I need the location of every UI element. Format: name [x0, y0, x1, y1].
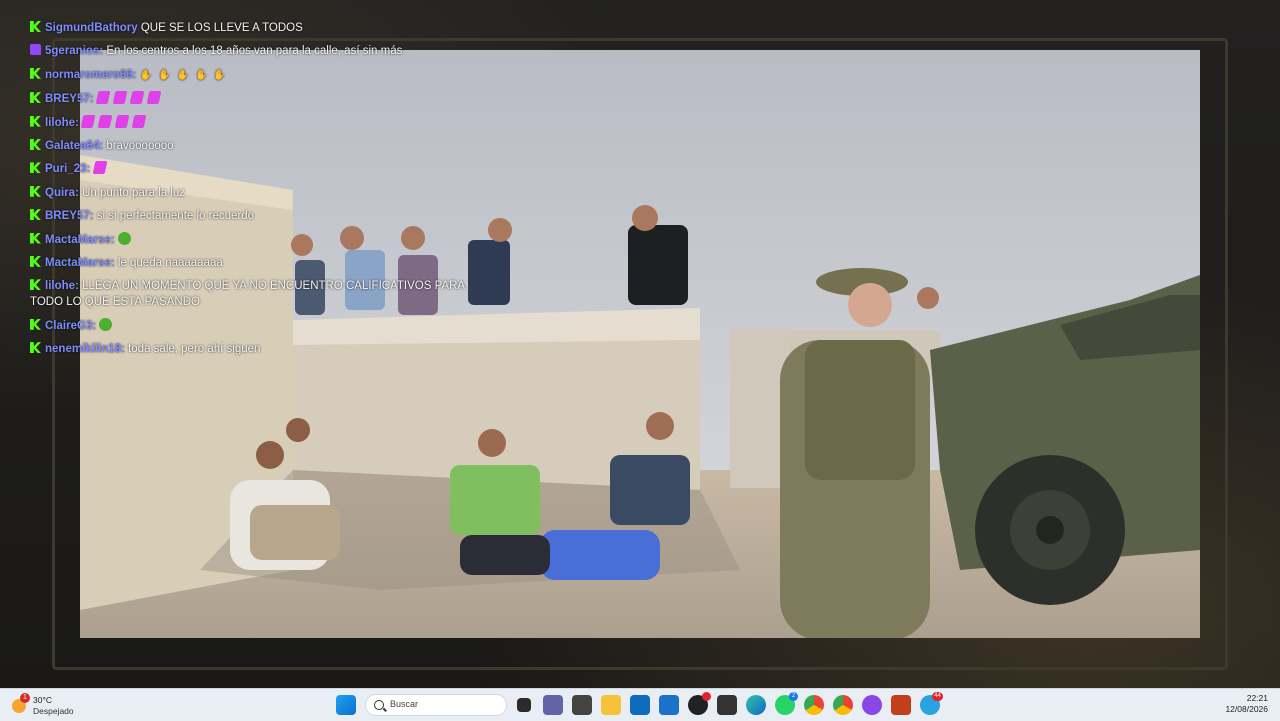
chat-overlay: SigmundBathory QUE SE LOS LLEVE A TODOS 5… — [30, 20, 490, 364]
pink-emote-icon — [146, 91, 162, 105]
green-face-emote-icon — [117, 231, 131, 245]
chrome-icon[interactable] — [804, 695, 824, 715]
chat-message: BREY57: si si perfectamente lo recuerdo — [30, 208, 490, 224]
chat-text: En los centros a los 18 años van para la… — [106, 45, 403, 58]
chat-message: Quira: Un punto para la luz — [30, 185, 490, 201]
chat-text: bravooooooo — [106, 139, 174, 152]
chat-username[interactable]: BREY57: — [45, 93, 94, 105]
kick-badge-icon — [30, 232, 41, 244]
clap-emote-icon: ✋ — [194, 69, 208, 81]
green-face-emote-icon — [99, 317, 113, 331]
app-circle-icon[interactable] — [862, 695, 882, 715]
chat-username[interactable]: SigmundBathory — [45, 22, 138, 34]
pink-emote-icon — [97, 114, 113, 128]
kick-badge-icon — [30, 209, 41, 221]
search-placeholder: Buscar — [390, 699, 419, 709]
chat-text: LLEGA UN MOMENTO QUE YA NO ENCUENTRO CAL… — [30, 280, 465, 309]
chat-username[interactable]: MactaMarse: — [45, 257, 115, 269]
clap-emote-icon: ✋ — [176, 69, 189, 81]
chat-message: MactaMarse: le queda naaaaaaaa — [30, 255, 490, 271]
chat-text: le queda naaaaaaaa — [117, 256, 223, 269]
chat-username[interactable]: lilohe: — [45, 280, 79, 292]
recording-app-icon[interactable] — [688, 692, 711, 715]
telegram-badge: 44 — [932, 692, 943, 701]
chat-message: Galatea64: bravooooooo — [30, 138, 490, 154]
file-explorer-icon[interactable] — [601, 695, 621, 715]
weather-temperature: 30°C — [33, 695, 52, 705]
kick-badge-icon — [30, 318, 41, 330]
chat-message: lilohe: — [30, 114, 490, 131]
telegram-icon[interactable]: 44 — [920, 692, 943, 715]
edge-icon[interactable] — [746, 695, 766, 715]
kick-badge-icon — [30, 279, 41, 291]
weather-alert-badge: 1 — [20, 693, 30, 703]
kick-badge-icon — [30, 67, 41, 79]
chat-text: QUE SE LOS LLEVE A TODOS — [140, 22, 303, 34]
chat-message: MactaMarse: — [30, 231, 490, 248]
chat-username[interactable]: MactaMarse: — [45, 234, 115, 246]
kick-badge-icon — [30, 138, 41, 150]
kick-badge-icon — [30, 255, 41, 267]
app-icon[interactable] — [572, 695, 592, 715]
chrome-profile-icon[interactable] — [833, 695, 853, 715]
stream-stage: SigmundBathory QUE SE LOS LLEVE A TODOS 5… — [0, 0, 1280, 688]
chat-username[interactable]: Quira: — [45, 187, 79, 199]
weather-widget[interactable]: 1 30°C Despejado — [12, 693, 92, 717]
chat-message: BREY57: — [30, 91, 490, 107]
chat-message: ClaireG3: — [30, 317, 490, 334]
chat-message: Puri_23: — [30, 161, 490, 177]
weather-condition: Despejado — [33, 706, 74, 716]
outlook-icon[interactable] — [659, 695, 679, 715]
store-icon[interactable] — [630, 695, 650, 715]
taskbar-apps: Buscar 2 44 — [336, 692, 949, 717]
system-clock[interactable]: 22:21 12/08/2026 — [1225, 693, 1268, 715]
clap-emote-icon: ✋ — [213, 69, 226, 81]
task-view-icon[interactable] — [517, 698, 531, 712]
chat-text: si si perfectamente lo recuerdo — [96, 210, 255, 223]
kick-badge-icon — [30, 185, 41, 197]
chat-username[interactable]: lilohe: — [45, 117, 79, 129]
whatsapp-icon[interactable]: 2 — [775, 692, 798, 715]
chat-username[interactable]: Galatea64: — [45, 140, 103, 152]
chat-username[interactable]: BREY57: — [45, 210, 94, 222]
taskbar: 1 30°C Despejado Buscar 2 44 22:21 12/08… — [0, 688, 1280, 721]
chat-username[interactable]: normaromero66: — [45, 69, 136, 81]
pink-emote-icon — [131, 114, 147, 128]
chat-username[interactable]: Puri_23: — [45, 163, 90, 175]
pink-emote-icon — [80, 114, 96, 128]
pink-emote-icon — [112, 91, 128, 105]
chat-username[interactable]: 5geranios: — [45, 45, 103, 57]
taskbar-search[interactable]: Buscar — [365, 694, 507, 716]
kick-badge-icon — [30, 115, 41, 127]
chat-message: lilohe: LLEGA UN MOMENTO QUE YA NO ENCUE… — [30, 278, 490, 310]
windows-start-icon[interactable] — [336, 695, 356, 715]
pink-emote-icon — [114, 114, 130, 128]
whatsapp-badge: 2 — [789, 692, 798, 701]
chat-text: Un punto para la luz — [82, 186, 186, 199]
teams-icon[interactable] — [543, 695, 563, 715]
kick-badge-icon — [30, 342, 41, 354]
powerpoint-icon[interactable] — [891, 695, 911, 715]
cube-app-icon[interactable] — [717, 695, 737, 715]
clock-date: 12/08/2026 — [1225, 704, 1268, 714]
twitch-badge-icon — [30, 44, 41, 56]
clock-time: 22:21 — [1246, 693, 1268, 703]
kick-badge-icon — [30, 21, 41, 32]
chat-message: normaromero66: ✋ ✋ ✋ ✋ ✋ — [30, 67, 490, 84]
chat-message: 5geranios: En los centros a los 18 años … — [30, 43, 490, 59]
search-icon — [374, 700, 384, 710]
kick-badge-icon — [30, 162, 41, 174]
pink-emote-icon — [129, 91, 145, 105]
kick-badge-icon — [30, 92, 41, 104]
chat-text: toda sale, pero ahí siguen — [128, 343, 261, 356]
chat-message: nenemikilin18: toda sale, pero ahí sigue… — [30, 341, 490, 357]
chat-username[interactable]: nenemikilin18: — [45, 343, 125, 355]
pink-emote-icon — [92, 161, 107, 175]
chat-message: SigmundBathory QUE SE LOS LLEVE A TODOS — [30, 20, 490, 36]
pink-emote-icon — [95, 91, 111, 105]
clap-emote-icon: ✋ — [158, 69, 171, 81]
chat-username[interactable]: ClaireG3: — [45, 320, 96, 332]
clap-emote-icon: ✋ — [139, 69, 153, 81]
